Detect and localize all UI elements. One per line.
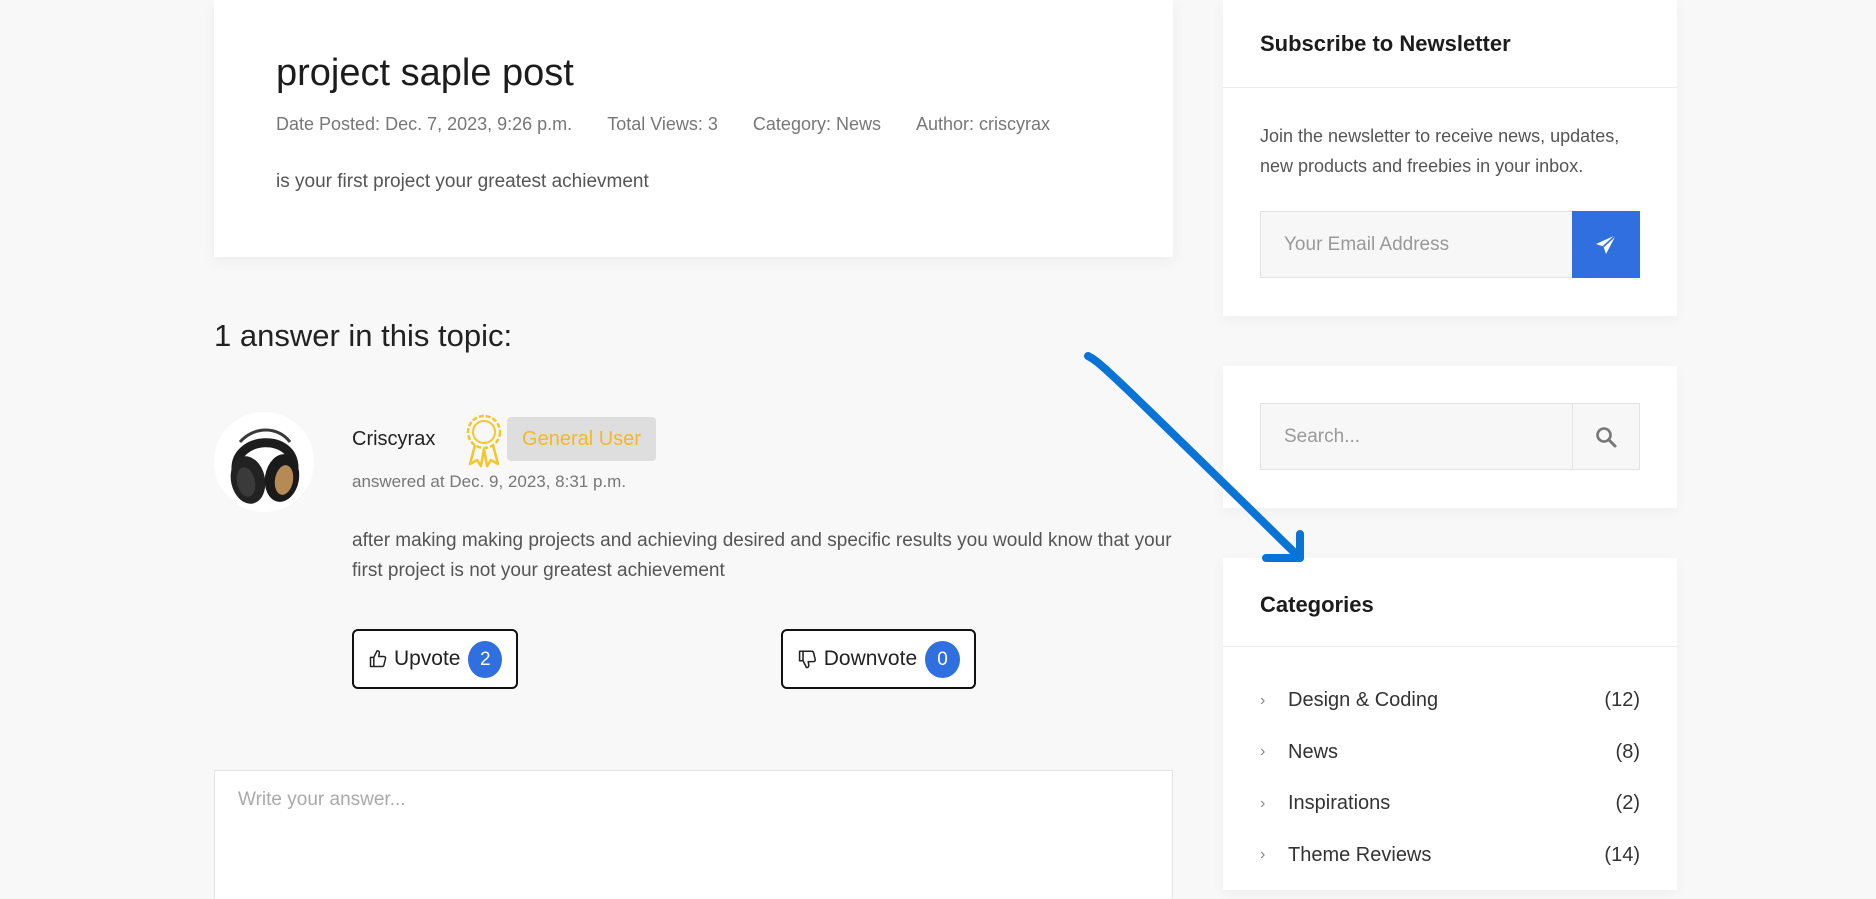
category-name[interactable]: Design & Coding [1288,689,1604,712]
category-count: (2) [1615,792,1640,815]
chevron-right-icon: › [1260,846,1266,864]
category-item[interactable]: › Theme Reviews (14) [1260,830,1640,882]
paper-plane-icon [1596,233,1617,254]
category-name[interactable]: Inspirations [1288,792,1616,815]
category-count: (12) [1604,689,1640,712]
categories-title: Categories [1260,592,1374,617]
answers-heading: 1 answer in this topic: [214,318,513,353]
thumbs-down-icon [798,650,817,669]
chevron-right-icon: › [1260,691,1266,709]
chevron-right-icon: › [1260,794,1266,812]
answer-item: Criscyrax General User answered at Dec. … [214,412,1174,702]
categories-widget: Categories › Design & Coding (12) › News… [1223,558,1677,890]
upvote-button[interactable]: Upvote 2 [352,629,518,689]
answer-date: answered at Dec. 9, 2023, 8:31 p.m. [352,472,627,491]
category-name[interactable]: Theme Reviews [1288,844,1604,867]
category-list: › Design & Coding (12) › News (8) › Insp… [1260,675,1640,881]
upvote-count: 2 [468,640,502,678]
divider [1223,87,1677,88]
answer-text: after making making projects and achievi… [352,530,1172,581]
award-ribbon-icon [466,414,502,468]
post-body: is your first project your greatest achi… [276,171,649,192]
category-item[interactable]: › Design & Coding (12) [1260,675,1640,727]
category-item[interactable]: › News (8) [1260,727,1640,779]
headphones-icon [214,412,314,512]
search-input[interactable] [1260,403,1572,470]
answer-textarea[interactable] [214,770,1173,899]
thumbs-up-icon [369,649,387,668]
search-icon [1596,426,1617,447]
search-widget [1223,366,1677,508]
answer-author[interactable]: Criscyrax [352,428,435,451]
chevron-right-icon: › [1260,743,1266,761]
newsletter-title: Subscribe to Newsletter [1260,31,1511,56]
category-item[interactable]: › Inspirations (2) [1260,778,1640,830]
avatar[interactable] [214,412,314,512]
downvote-count: 0 [925,640,960,678]
category-name[interactable]: News [1288,741,1616,764]
page: project saple post Date Posted: Dec. 7, … [0,0,1876,899]
downvote-label: Downvote [823,647,918,670]
category-count: (8) [1615,740,1640,763]
post-title: project saple post [276,52,574,94]
post-author: Author: criscyrax [915,114,1051,134]
subscribe-button[interactable] [1572,211,1640,278]
post-views: Total Views: 3 [607,114,718,134]
search-button[interactable] [1572,403,1640,470]
post-card: project saple post Date Posted: Dec. 7, … [214,0,1173,257]
role-badge: General User [507,417,656,461]
category-count: (14) [1604,843,1640,866]
downvote-button[interactable]: Downvote 0 [781,629,976,689]
post-date: Date Posted: Dec. 7, 2023, 9:26 p.m. [276,114,573,134]
upvote-label: Upvote [393,647,461,670]
newsletter-widget: Subscribe to Newsletter Join the newslet… [1223,0,1677,316]
divider [1223,646,1677,647]
post-category: Category: News [752,114,881,134]
newsletter-text: Join the newsletter to receive news, upd… [1260,126,1620,176]
email-input[interactable] [1260,211,1572,278]
post-meta: Date Posted: Dec. 7, 2023, 9:26 p.m. Tot… [276,114,1050,135]
